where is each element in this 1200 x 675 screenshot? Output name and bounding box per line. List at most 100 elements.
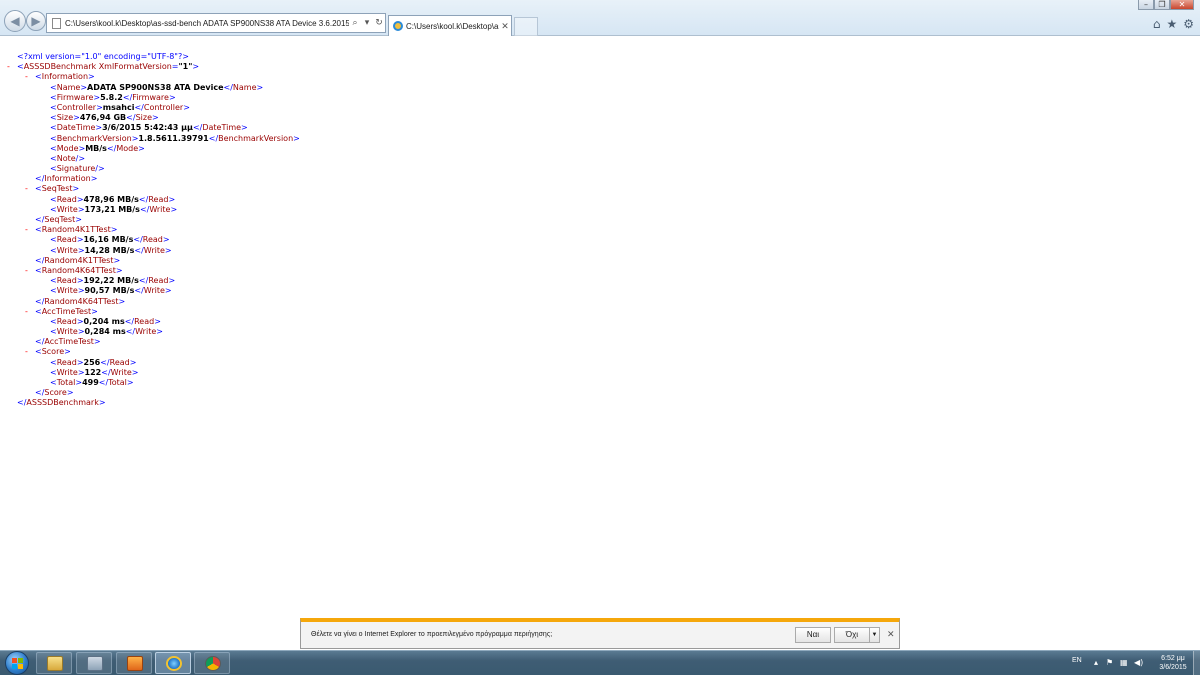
close-icon[interactable]: ✕	[887, 630, 895, 640]
browser-chrome: ◀ ▶ C:\Users\kool.k\Desktop\as-ssd-bench…	[0, 0, 1200, 36]
network-icon[interactable]: ▦	[1120, 658, 1128, 667]
close-window-button[interactable]: ✕	[1170, 0, 1194, 10]
taskbar-explorer[interactable]	[36, 652, 72, 674]
no-button[interactable]: Όχι	[834, 627, 870, 643]
taskbar-internet-explorer[interactable]	[155, 652, 191, 674]
xml-section-close: </SeqTest>	[35, 215, 82, 224]
xml-section-open: - <AccTimeTest>	[25, 306, 98, 317]
restore-button[interactable]: ❐	[1154, 0, 1170, 10]
xml-section-close: </Score>	[35, 388, 74, 398]
xml-field: <Name>ADATA SP900NS38 ATA Device</Name>	[50, 82, 264, 92]
address-url[interactable]: C:\Users\kool.k\Desktop\as-ssd-bench ADA…	[65, 19, 349, 28]
gear-icon[interactable]: ⚙	[1183, 17, 1194, 31]
xml-information-open: - <Information>	[25, 72, 95, 82]
xml-value: 0,284 ms	[84, 327, 126, 337]
xml-value: 16,16 MB/s	[83, 235, 134, 245]
collapse-toggle[interactable]: -	[25, 347, 35, 357]
window-controls: – ❐ ✕	[1138, 0, 1194, 10]
taskbar-media-player[interactable]	[116, 652, 152, 674]
home-icon[interactable]: ⌂	[1153, 17, 1161, 31]
volume-icon[interactable]: ◀)	[1134, 658, 1143, 667]
show-desktop-button[interactable]	[1193, 651, 1200, 675]
command-icons: ⌂ ★ ⚙	[1153, 17, 1194, 31]
new-tab-button[interactable]	[514, 17, 538, 36]
favorites-star-icon[interactable]: ★	[1166, 17, 1177, 31]
xml-value: 1.8.5611.39791	[138, 133, 209, 143]
xml-declaration: <?xml version="1.0" encoding="UTF-8"?>	[17, 52, 189, 61]
xml-value: 476,94 GB	[79, 113, 127, 123]
chevron-down-icon[interactable]: ▼	[869, 627, 880, 643]
notification-message: Θέλετε να γίνει ο Internet Explorer το π…	[311, 631, 553, 638]
xml-section-open: - <SeqTest>	[25, 184, 80, 194]
xml-value: 256	[83, 357, 101, 367]
refresh-icon[interactable]: ↻	[373, 18, 385, 28]
xml-value: msahci	[102, 102, 135, 112]
address-dropdown-icon[interactable]: ▾	[361, 18, 373, 28]
default-browser-notification: Θέλετε να γίνει ο Internet Explorer το π…	[300, 618, 900, 649]
xml-field: <Write>90,57 MB/s</Write>	[50, 286, 172, 296]
xml-field: <Write>173,21 MB/s</Write>	[50, 204, 178, 214]
taskbar: EN ▴ ⚑ ▦ ◀) 6:52 μμ 3/6/2015	[0, 650, 1200, 675]
explorer-icon	[47, 656, 63, 671]
xml-value: ADATA SP900NS38 ATA Device	[87, 82, 224, 92]
clock-date: 3/6/2015	[1159, 664, 1187, 671]
media-center-icon	[87, 656, 103, 671]
back-button[interactable]: ◀	[4, 10, 26, 32]
xml-field: <Total>499</Total>	[50, 378, 134, 387]
xml-section-close: </Random4K64TTest>	[35, 296, 126, 306]
start-button[interactable]	[5, 651, 29, 675]
yes-button[interactable]: Ναι	[795, 627, 831, 643]
action-center-flag-icon[interactable]: ⚑	[1106, 658, 1113, 667]
xml-field: <Read>256</Read>	[50, 357, 137, 367]
back-arrow-icon: ◀	[10, 14, 20, 28]
xml-field: <Write>0,284 ms</Write>	[50, 327, 163, 337]
taskbar-chrome[interactable]	[194, 652, 230, 674]
xml-document: <?xml version="1.0" encoding="UTF-8"?> - <…	[7, 52, 300, 409]
clock-time: 6:52 μμ	[1161, 655, 1185, 662]
xml-field: <Mode>MB/s</Mode>	[50, 143, 145, 153]
minimize-button[interactable]: –	[1138, 0, 1154, 10]
xml-empty-field: <Note/>	[50, 153, 86, 163]
xml-value: 478,96 MB/s	[83, 194, 139, 204]
xml-value: 192,22 MB/s	[83, 276, 139, 286]
collapse-toggle[interactable]: -	[25, 266, 35, 276]
collapse-toggle[interactable]: -	[7, 62, 17, 72]
clock[interactable]: 6:52 μμ 3/6/2015	[1154, 654, 1192, 672]
xml-field: <Firmware>5.8.2</Firmware>	[50, 92, 176, 102]
windows-logo-icon	[12, 658, 23, 669]
media-player-icon	[127, 656, 143, 671]
collapse-toggle[interactable]: -	[25, 225, 35, 235]
xml-value: 5.8.2	[100, 92, 123, 102]
forward-arrow-icon: ▶	[31, 14, 41, 28]
xml-field: <Write>122</Write>	[50, 367, 139, 377]
internet-explorer-icon	[166, 656, 182, 671]
internet-explorer-icon	[393, 21, 403, 31]
xml-section-open: - <Score>	[25, 347, 71, 357]
xml-empty-field: <Signature/>	[50, 164, 105, 174]
collapse-toggle[interactable]: -	[25, 72, 35, 82]
show-hidden-icons-icon[interactable]: ▴	[1094, 658, 1098, 667]
language-indicator[interactable]: EN	[1072, 657, 1082, 664]
xml-field: <Read>16,16 MB/s</Read>	[50, 235, 170, 245]
xml-declaration-line: <?xml version="1.0" encoding="UTF-8"?>	[7, 52, 300, 62]
xml-value: 499	[82, 378, 99, 387]
xml-field: <Size>476,94 GB</Size>	[50, 113, 159, 123]
search-icon[interactable]: ⌕	[349, 18, 361, 28]
xml-value: 0,204 ms	[83, 316, 125, 326]
chrome-icon	[205, 656, 221, 671]
xml-field: <Write>14,28 MB/s</Write>	[50, 245, 172, 255]
collapse-toggle[interactable]: -	[25, 307, 35, 317]
address-bar[interactable]: C:\Users\kool.k\Desktop\as-ssd-bench ADA…	[46, 13, 386, 33]
tab-current[interactable]: C:\Users\kool.k\Desktop\as... ✕	[388, 15, 512, 36]
xml-field: <Read>478,96 MB/s</Read>	[50, 194, 176, 204]
xml-field: <Read>192,22 MB/s</Read>	[50, 276, 176, 286]
taskbar-media-center[interactable]	[76, 652, 112, 674]
xml-value: 3/6/2015 5:42:43 μμ	[102, 123, 193, 133]
collapse-toggle[interactable]: -	[25, 184, 35, 194]
forward-button[interactable]: ▶	[26, 11, 46, 31]
xml-field: <Read>0,204 ms</Read>	[50, 316, 161, 326]
xml-section-close: </Random4K1TTest>	[35, 255, 121, 265]
xml-root-close: </ASSSDBenchmark>	[17, 398, 106, 408]
close-tab-icon[interactable]: ✕	[499, 21, 511, 32]
xml-value: 90,57 MB/s	[84, 286, 135, 296]
